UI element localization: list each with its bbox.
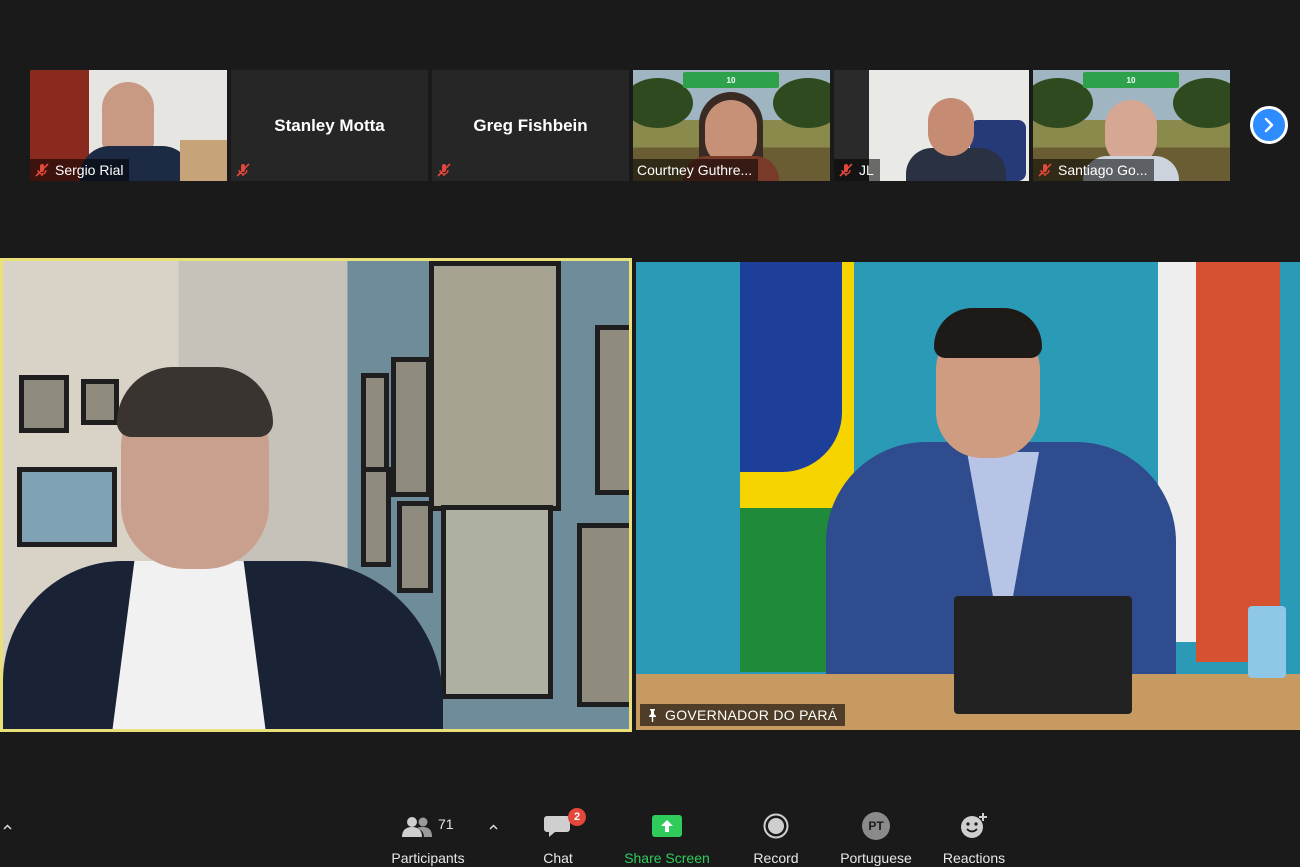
participant-tile-sergio-rial[interactable]: Sergio Rial <box>30 70 227 181</box>
chevron-up-icon <box>488 824 498 830</box>
wall-frame <box>361 467 391 567</box>
reactions-icon <box>961 813 987 838</box>
participant-name-center: Greg Fishbein <box>473 115 588 135</box>
wall-frame <box>19 375 69 433</box>
participant-video <box>102 82 154 152</box>
wall-frame <box>441 505 553 699</box>
record-icon <box>763 813 789 839</box>
pin-icon <box>646 708 659 722</box>
participant-name-tag: Sergio Rial <box>30 159 130 181</box>
wall-frame <box>17 467 117 547</box>
mic-muted-icon <box>838 162 854 178</box>
participant-tile-santiago[interactable]: 10 Santiago Go... <box>1033 70 1230 181</box>
participant-tile-stanley-motta[interactable]: Stanley Motta <box>231 70 428 181</box>
participant-tile-jl[interactable]: JL <box>834 70 1029 181</box>
video-name-text: GOVERNADOR DO PARÁ <box>665 707 838 723</box>
participant-name-tag: JL <box>834 159 880 181</box>
record-label: Record <box>753 850 799 866</box>
share-screen-icon <box>652 815 682 837</box>
wall-frame <box>391 357 431 497</box>
participant-video <box>928 98 974 156</box>
meeting-toolbar: 71 Participants 2 Chat Share Screen Reco… <box>0 800 1300 867</box>
video-name-label: GOVERNADOR DO PARÁ <box>640 704 846 726</box>
participant-name-tag: Courtney Guthre... <box>633 159 759 181</box>
gallery-next-button[interactable] <box>1250 106 1288 144</box>
participant-name: Sergio Rial <box>55 162 124 178</box>
mic-muted-icon <box>436 162 452 178</box>
wall-frame <box>595 325 629 495</box>
language-interpretation-button[interactable]: PT Portuguese <box>838 812 914 866</box>
language-label: Portuguese <box>840 850 912 866</box>
pinned-video[interactable]: GOVERNADOR DO PARÁ <box>636 262 1300 730</box>
laptop <box>954 596 1132 714</box>
record-button[interactable]: Record <box>752 812 800 866</box>
active-speaker-video[interactable] <box>0 258 632 732</box>
participant-name-tag: Santiago Go... <box>1033 159 1154 181</box>
reactions-label: Reactions <box>942 850 1006 866</box>
language-icon: PT <box>862 812 890 840</box>
share-screen-label: Share Screen <box>624 850 710 866</box>
audio-options-caret[interactable] <box>2 822 12 832</box>
participant-name-tag <box>432 159 458 181</box>
participants-icon <box>402 817 432 837</box>
mic-muted-icon <box>34 162 50 178</box>
wall-frame <box>397 501 433 593</box>
participant-tile-greg-fishbein[interactable]: Greg Fishbein <box>432 70 629 181</box>
share-screen-button[interactable]: Share Screen <box>624 812 710 866</box>
wall-frame <box>81 379 119 425</box>
wall-frame <box>361 373 389 473</box>
participant-name-tag <box>231 159 257 181</box>
wall-frame <box>577 523 629 707</box>
event-banner: 10 <box>1083 72 1179 88</box>
chat-unread-badge: 2 <box>568 808 586 826</box>
participant-name-center: Stanley Motta <box>274 115 385 135</box>
wall-frame <box>429 261 561 511</box>
gallery-strip: Sergio Rial Stanley Motta Greg Fishbein … <box>30 70 1232 181</box>
participants-button[interactable]: 71 Participants <box>390 812 466 866</box>
event-banner: 10 <box>683 72 779 88</box>
participant-name: Courtney Guthre... <box>637 162 753 178</box>
mic-muted-icon <box>1037 162 1053 178</box>
participants-count: 71 <box>438 816 454 832</box>
chevron-right-icon <box>1264 117 1274 133</box>
chevron-up-icon <box>2 824 12 830</box>
participants-options-caret[interactable] <box>488 822 498 832</box>
chat-button[interactable]: 2 Chat <box>540 808 586 866</box>
participants-label: Participants <box>391 850 465 866</box>
chat-label: Chat <box>543 850 573 866</box>
participant-name: JL <box>859 162 874 178</box>
participant-tile-courtney[interactable]: 10 Courtney Guthre... <box>633 70 830 181</box>
reactions-button[interactable]: Reactions <box>942 812 1006 866</box>
mic-muted-icon <box>235 162 251 178</box>
participant-name: Santiago Go... <box>1058 162 1148 178</box>
